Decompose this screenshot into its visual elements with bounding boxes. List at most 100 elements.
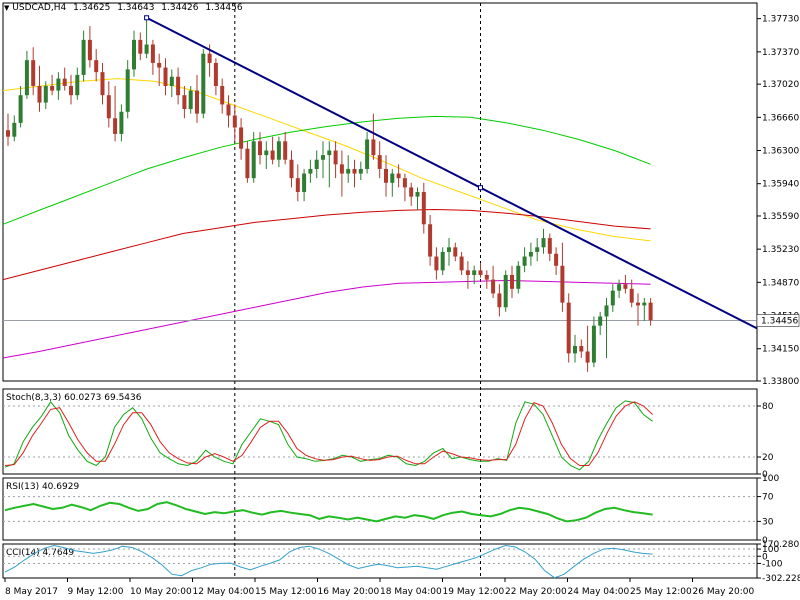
candle-body [125, 69, 130, 112]
time-tick-label: 24 May 04:00 [568, 587, 630, 597]
indicator-tick-label: 100 [762, 474, 779, 484]
time-tick-label: 19 May 12:00 [443, 587, 505, 597]
candle-body [201, 53, 206, 114]
candle-body [56, 78, 61, 91]
candle-body [623, 284, 628, 289]
candle-body [226, 104, 231, 116]
candle-body [81, 39, 86, 75]
candle-body [327, 150, 332, 156]
low-value: 1.34426 [161, 3, 199, 13]
time-tick-label: 9 May 12:00 [68, 587, 124, 597]
time-tick-label: 25 May 12:00 [630, 587, 692, 597]
candle-body [617, 284, 622, 291]
candle-body [302, 173, 307, 192]
candle-body [283, 141, 288, 160]
candle-body [182, 95, 187, 110]
candle-body [510, 274, 514, 289]
header-triangle-icon: ▼ [4, 4, 10, 12]
pane-frame-0 [2, 2, 758, 382]
candle-body [547, 238, 552, 254]
time-tick-label: 10 May 20:00 [130, 587, 192, 597]
moving-average-line-0 [2, 78, 651, 242]
time-tick-label: 12 May 04:00 [193, 587, 255, 597]
candle-body [94, 60, 99, 73]
time-tick-label: 16 May 20:00 [318, 587, 380, 597]
candle-body [421, 192, 426, 225]
candle-body [478, 270, 483, 275]
indicator-title-2: RSI(13) 40.6929 [6, 482, 79, 492]
high-value: 1.34643 [117, 3, 155, 13]
candle-body [484, 274, 489, 280]
close-value: 1.34456 [205, 3, 243, 13]
moving-average-line-2 [2, 208, 651, 281]
candle-body [352, 168, 357, 174]
price-tick-label: 1.36660 [762, 113, 799, 123]
candle-body [371, 139, 376, 156]
candle-body [591, 325, 596, 363]
candle-body [566, 302, 571, 354]
trendline-anchor-start [144, 15, 150, 21]
candle-body [440, 251, 445, 271]
candle-body [163, 67, 168, 86]
candle-body [195, 90, 199, 114]
candle-body [390, 173, 395, 183]
candle-body [270, 150, 275, 160]
time-tick-label: 18 May 04:00 [380, 587, 442, 597]
time-tick-label: 15 May 12:00 [255, 587, 317, 597]
candle-body [144, 44, 149, 54]
candle-body [31, 60, 36, 86]
candle-body [295, 178, 300, 192]
candle-body [604, 305, 609, 317]
indicator-tick-label: 30 [762, 517, 774, 527]
symbol-header: ▼ USDCAD,H4 1.34625 1.34643 1.34426 1.34… [4, 3, 243, 13]
indicator-tick-label: 80 [762, 402, 774, 412]
candle-body [169, 76, 174, 86]
candle-body [384, 168, 388, 183]
candle-body [642, 302, 647, 306]
price-tick-label: 1.37020 [762, 80, 799, 90]
candle-body [176, 76, 181, 96]
trading-chart: 1.37730 1.37370 1.37020 1.36660 1.36300 1.359… [0, 0, 800, 600]
candle-body [497, 293, 502, 308]
candle-body [528, 251, 533, 257]
price-tick-label: 1.35940 [762, 180, 799, 190]
candle-body [18, 95, 23, 123]
candle-body [472, 270, 477, 275]
indicator-tick-label: 20 [762, 453, 774, 463]
candle-body [648, 302, 653, 321]
candle-body [62, 78, 67, 86]
indicator-tick-label: -100 [762, 559, 783, 569]
candle-body [428, 224, 433, 257]
candle-body [232, 115, 237, 128]
candle-body [138, 39, 143, 54]
candle-body [188, 90, 193, 110]
chart-canvas: 1.37730 1.37370 1.37020 1.36660 1.36300 1.359… [2, 2, 800, 597]
candle-body [585, 351, 590, 363]
candle-body [258, 141, 262, 156]
candle-body [516, 265, 521, 289]
candle-body [358, 168, 363, 174]
candle-body [339, 164, 344, 174]
indicator-series-line-1-0 [4, 400, 653, 471]
candle-body [415, 192, 420, 197]
candle-body [69, 85, 73, 96]
candle-body [43, 85, 48, 103]
candle-body [220, 85, 225, 105]
candle-body [213, 62, 218, 86]
candle-body [459, 256, 464, 271]
candle-body [37, 85, 42, 103]
candle-body [239, 127, 244, 149]
candle-body [629, 288, 634, 303]
candle-body [396, 173, 401, 179]
indicator-tick-label: -302.228 [762, 574, 800, 584]
candle-body [251, 141, 256, 179]
candle-body [453, 247, 458, 257]
moving-average-line-3 [2, 279, 651, 359]
candle-body [409, 187, 414, 197]
candle-body [560, 265, 565, 303]
indicator-series-line-3-0 [4, 544, 653, 579]
candle-body [75, 74, 80, 96]
price-tick-label: 1.34150 [762, 345, 799, 355]
candle-body [434, 256, 439, 271]
candle-body [636, 302, 640, 306]
